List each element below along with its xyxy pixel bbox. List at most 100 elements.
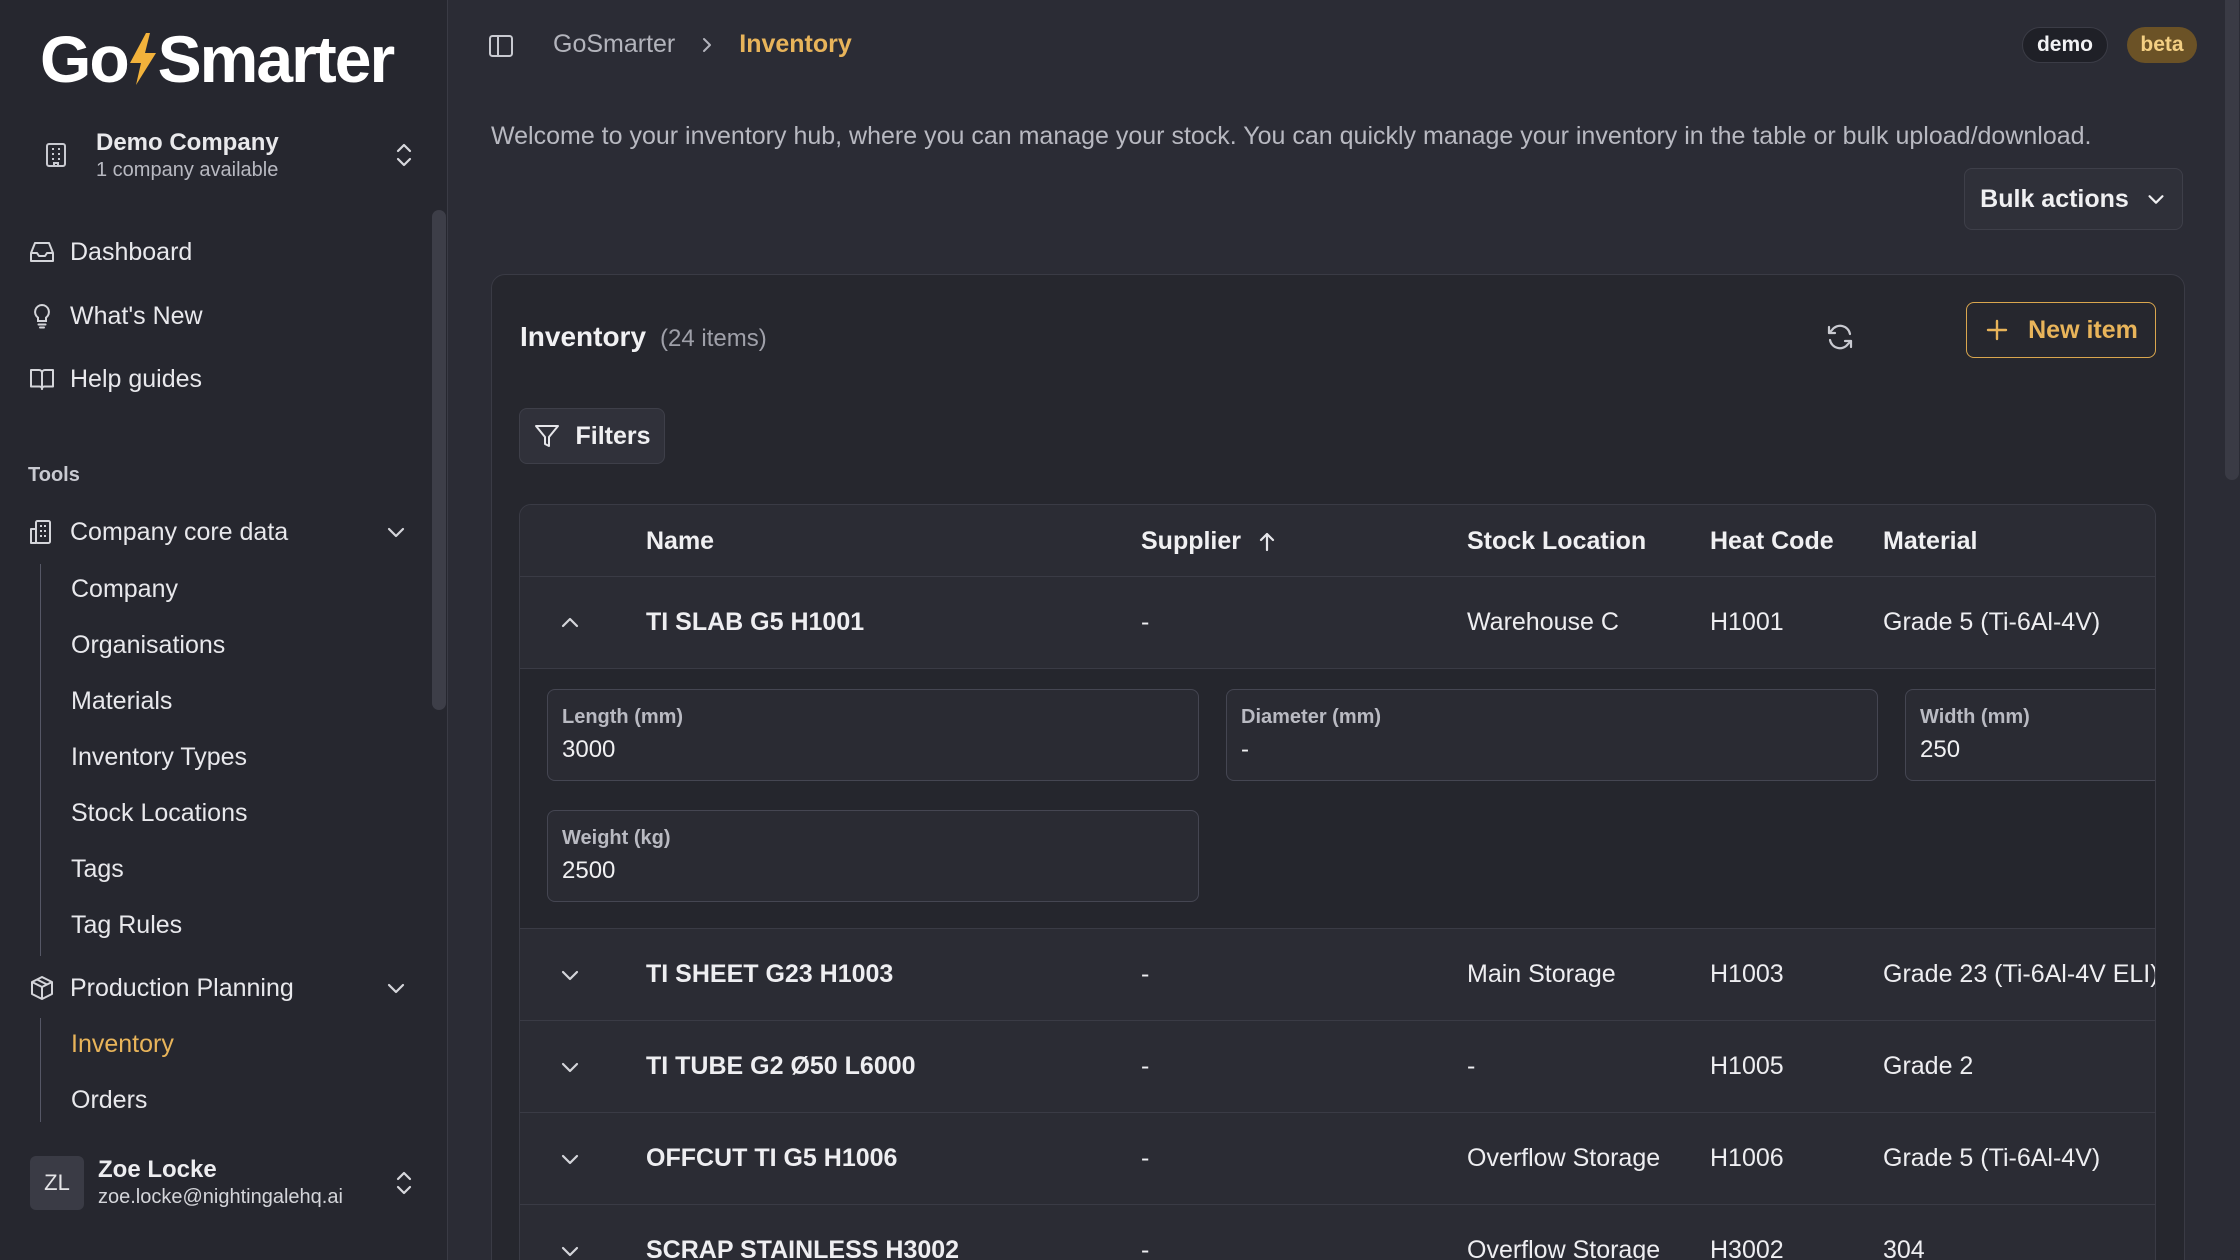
chevrons-up-down-icon bbox=[396, 1171, 412, 1195]
table-row[interactable]: SCRAP STAINLESS H3002 - Overflow Storage… bbox=[520, 1205, 2155, 1260]
submenu-guide-line bbox=[40, 1018, 41, 1122]
nav-dashboard[interactable]: Dashboard bbox=[28, 228, 420, 276]
cell-material: 304 bbox=[1883, 1236, 1925, 1260]
building-icon bbox=[46, 143, 66, 167]
column-header-stock-location[interactable]: Stock Location bbox=[1467, 527, 1646, 556]
beta-badge: beta bbox=[2127, 27, 2197, 63]
sidebar-item-company[interactable]: Company bbox=[71, 569, 178, 609]
detail-label: Diameter (mm) bbox=[1241, 706, 1382, 728]
detail-label: Weight (kg) bbox=[562, 827, 671, 849]
group-production-planning[interactable]: Production Planning bbox=[28, 964, 408, 1012]
sidebar-item-materials[interactable]: Materials bbox=[71, 681, 172, 721]
book-icon bbox=[30, 369, 54, 390]
column-header-label: Supplier bbox=[1141, 527, 1242, 555]
chevron-up-icon[interactable] bbox=[558, 611, 582, 635]
chevrons-up-down-icon bbox=[396, 143, 412, 167]
user-menu[interactable]: ZL Zoe Locke zoe.locke@nightingalehq.ai bbox=[28, 1150, 424, 1216]
page-scrollbar[interactable] bbox=[2225, 0, 2239, 480]
welcome-text: Welcome to your inventory hub, where you… bbox=[491, 122, 2092, 150]
bulk-actions-button[interactable]: Bulk actions bbox=[1964, 168, 2183, 230]
chevron-down-icon bbox=[2148, 195, 2164, 204]
sidebar-scrollbar[interactable] bbox=[432, 210, 446, 710]
cell-supplier: - bbox=[1141, 960, 1150, 988]
filters-button[interactable]: Filters bbox=[519, 408, 665, 464]
chevron-down-icon[interactable] bbox=[558, 1055, 582, 1079]
breadcrumb-root[interactable]: GoSmarter bbox=[553, 30, 675, 59]
column-header-label: Material bbox=[1883, 527, 1978, 555]
demo-badge: demo bbox=[2022, 27, 2108, 63]
detail-value: 250 bbox=[1920, 736, 1961, 763]
sidebar: Go Smarter Demo Company 1 company availa… bbox=[0, 0, 448, 1260]
chevron-down-icon[interactable] bbox=[558, 963, 582, 987]
column-header-label: Stock Location bbox=[1467, 527, 1647, 555]
cell-heat-code: H1001 bbox=[1710, 608, 1784, 636]
company-count: 1 company available bbox=[96, 159, 279, 181]
nav-dashboard-label: Dashboard bbox=[70, 237, 193, 266]
nav-help-guides[interactable]: Help guides bbox=[28, 355, 420, 403]
sidebar-item-orders[interactable]: Orders bbox=[71, 1080, 147, 1120]
column-header-material[interactable]: Material bbox=[1883, 527, 1977, 556]
column-header-label: Heat Code bbox=[1710, 527, 1834, 555]
row-details-panel: Length (mm) 3000 Diameter (mm) - Width (… bbox=[520, 669, 2155, 929]
inventory-table: Name Supplier Stock Location Heat Code M… bbox=[519, 504, 2156, 1260]
detail-value: 3000 bbox=[562, 736, 616, 763]
sidebar-item-inventory-types[interactable]: Inventory Types bbox=[71, 737, 247, 777]
chevron-down-icon[interactable] bbox=[558, 1147, 582, 1171]
chevron-down-icon[interactable] bbox=[558, 1239, 582, 1260]
sidebar-item-inventory[interactable]: Inventory bbox=[71, 1024, 174, 1064]
group-company-core-data[interactable]: Company core data bbox=[28, 508, 408, 556]
refresh-icon[interactable] bbox=[1824, 321, 1856, 353]
item-count: (24 items) bbox=[660, 325, 767, 352]
breadcrumb: GoSmarter Inventory bbox=[553, 30, 852, 59]
card-title: Inventory bbox=[520, 321, 647, 352]
lightning-bolt-icon bbox=[129, 33, 156, 85]
table-row[interactable]: OFFCUT TI G5 H1006 - Overflow Storage H1… bbox=[520, 1113, 2155, 1205]
company-name: Demo Company bbox=[96, 129, 279, 156]
new-item-button[interactable]: New item bbox=[1966, 302, 2156, 358]
column-header-heat-code[interactable]: Heat Code bbox=[1710, 527, 1834, 556]
cell-supplier: - bbox=[1141, 1144, 1150, 1172]
avatar: ZL bbox=[30, 1156, 84, 1210]
sidebar-item-organisations[interactable]: Organisations bbox=[71, 625, 225, 665]
cell-name: OFFCUT TI G5 H1006 bbox=[646, 1144, 898, 1172]
table-header: Name Supplier Stock Location Heat Code M… bbox=[520, 505, 2155, 577]
detail-value: 2500 bbox=[562, 857, 616, 884]
cell-heat-code: H1005 bbox=[1710, 1052, 1784, 1080]
nav-help-guides-label: Help guides bbox=[70, 364, 203, 393]
detail-label: Length (mm) bbox=[562, 706, 684, 728]
plus-icon bbox=[1986, 319, 2008, 341]
column-header-supplier[interactable]: Supplier bbox=[1141, 527, 1279, 556]
cell-stock-location: Overflow Storage bbox=[1467, 1236, 1661, 1260]
chevron-right-icon bbox=[703, 37, 712, 52]
nav-whats-new[interactable]: What's New bbox=[28, 292, 420, 340]
table-row[interactable]: TI SHEET G23 H1003 - Main Storage H1003 … bbox=[520, 929, 2155, 1021]
logo-go: Go bbox=[40, 22, 130, 96]
cell-stock-location: - bbox=[1467, 1052, 1476, 1080]
gosmarter-logo[interactable]: Go Smarter bbox=[40, 22, 395, 96]
logo-wordmark: Go Smarter bbox=[40, 22, 395, 96]
inventory-card-header: Inventory (24 items) bbox=[520, 321, 767, 353]
company-switcher[interactable]: Demo Company 1 company available bbox=[28, 120, 424, 190]
nav-whats-new-label: What's New bbox=[70, 301, 203, 330]
cell-supplier: - bbox=[1141, 608, 1150, 636]
sidebar-item-stock-locations[interactable]: Stock Locations bbox=[71, 793, 248, 833]
detail-label: Width (mm) bbox=[1920, 706, 2030, 728]
cell-name: TI SLAB G5 H1001 bbox=[646, 608, 865, 636]
cell-stock-location: Overflow Storage bbox=[1467, 1144, 1661, 1172]
sidebar-toggle-icon[interactable] bbox=[487, 32, 515, 60]
column-header-label: Name bbox=[646, 527, 715, 555]
inventory-card: Inventory (24 items) New item Filters Na… bbox=[491, 274, 2185, 1260]
cell-supplier: - bbox=[1141, 1052, 1150, 1080]
new-item-label: New item bbox=[2028, 315, 2138, 344]
cell-supplier: - bbox=[1141, 1236, 1150, 1260]
sort-ascending-icon bbox=[1259, 532, 1275, 551]
table-row[interactable]: TI TUBE G2 Ø50 L6000 - - H1005 Grade 2 bbox=[520, 1021, 2155, 1113]
cell-stock-location: Main Storage bbox=[1467, 960, 1616, 988]
sidebar-item-tags[interactable]: Tags bbox=[71, 849, 124, 889]
column-header-name[interactable]: Name bbox=[646, 527, 714, 556]
table-row[interactable]: TI SLAB G5 H1001 - Warehouse C H1001 Gra… bbox=[520, 577, 2155, 669]
lightbulb-icon bbox=[34, 303, 50, 329]
cell-heat-code: H3002 bbox=[1710, 1236, 1784, 1260]
detail-diameter: Diameter (mm) - bbox=[1226, 689, 1878, 781]
sidebar-item-tag-rules[interactable]: Tag Rules bbox=[71, 905, 182, 945]
